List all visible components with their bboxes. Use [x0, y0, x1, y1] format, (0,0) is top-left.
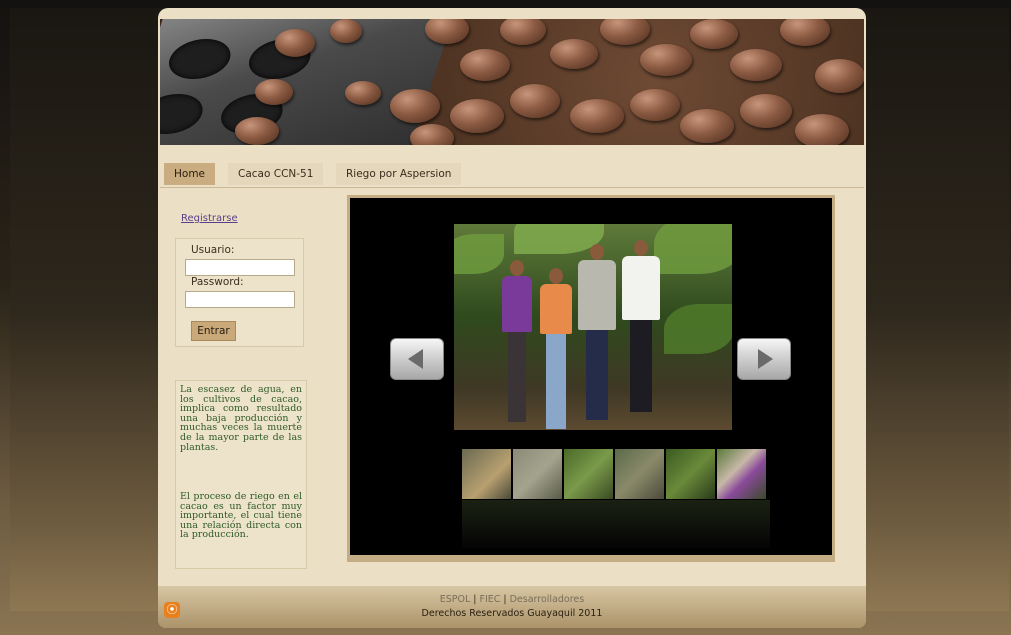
person-legs	[630, 320, 652, 412]
person-legs	[586, 330, 608, 420]
person-legs	[546, 334, 566, 429]
cocoa-bean	[500, 19, 546, 45]
gallery-main-photo	[454, 224, 732, 430]
gallery-next-button[interactable]	[737, 338, 791, 380]
gallery-viewport	[350, 198, 832, 555]
person-shirt	[502, 276, 532, 332]
gallery-prev-button[interactable]	[390, 338, 444, 380]
cocoa-bean	[235, 117, 279, 145]
footer-link-fiec[interactable]: FIEC	[480, 594, 501, 605]
cocoa-bean	[425, 19, 469, 44]
cocoa-bean	[345, 81, 381, 105]
cocoa-bean	[570, 99, 624, 133]
cocoa-bean	[640, 44, 692, 76]
footer-copyright: Derechos Reservados Guayaquil 2011	[421, 608, 603, 619]
person-head	[549, 268, 563, 284]
footer-separator: |	[503, 594, 507, 605]
person-shirt	[540, 284, 572, 334]
password-label: Password:	[191, 276, 244, 288]
person-shirt	[578, 260, 616, 330]
cocoa-bean	[460, 49, 510, 81]
info-paragraph-1: La escasez de agua, en los cultivos de c…	[180, 384, 302, 453]
gallery-thumbnails	[462, 449, 770, 499]
cocoa-bean	[630, 89, 680, 121]
gallery-thumbnail[interactable]	[666, 449, 715, 499]
login-form: Usuario: Password: Entrar	[175, 238, 304, 347]
cocoa-bean	[510, 84, 560, 118]
cocoa-bean	[390, 89, 440, 123]
person-head	[634, 240, 648, 256]
cocoa-bean	[780, 19, 830, 46]
footer-link-desarrolladores[interactable]: Desarrolladores	[510, 594, 585, 605]
footer-link-espol[interactable]: ESPOL	[440, 594, 471, 605]
gallery-thumbnail[interactable]	[513, 449, 562, 499]
cocoa-bean	[680, 109, 734, 143]
site-footer: ⦿ ESPOL | FIEC | Desarrolladores Derechos Re…	[158, 586, 866, 628]
person-shirt	[622, 256, 660, 320]
tab-riego-por-aspersion[interactable]: Riego por Aspersion	[336, 163, 462, 185]
gallery-thumbnail[interactable]	[615, 449, 664, 499]
person-head	[590, 244, 604, 260]
cocoa-bean	[275, 29, 315, 57]
footer-links: ESPOL | FIEC | Desarrolladores	[158, 594, 866, 605]
gallery-thumbnail[interactable]	[717, 449, 766, 499]
person-head	[510, 260, 524, 276]
tray-hole	[160, 94, 209, 134]
foliage	[654, 224, 732, 274]
cocoa-bean	[815, 59, 864, 93]
foliage	[454, 234, 504, 274]
main-navigation: Home Cacao CCN-51 Riego por Aspersion	[160, 145, 864, 188]
photo-gallery	[347, 195, 835, 562]
tab-cacao-ccn51[interactable]: Cacao CCN-51	[228, 163, 324, 185]
footer-separator: |	[473, 594, 477, 605]
arrow-right-icon	[758, 349, 773, 369]
person-legs	[508, 332, 526, 422]
arrow-left-icon	[408, 349, 423, 369]
register-link[interactable]: Registrarse	[181, 213, 238, 224]
username-label: Usuario:	[191, 244, 235, 256]
cocoa-bean	[255, 79, 293, 105]
gallery-thumbnail[interactable]	[462, 449, 511, 499]
info-paragraph-2: El proceso de riego en el cacao es un fa…	[180, 491, 302, 541]
foliage	[664, 304, 732, 354]
site-container: Home Cacao CCN-51 Riego por Aspersion Re…	[158, 8, 866, 628]
header-banner-image	[160, 19, 864, 145]
cocoa-bean	[450, 99, 504, 133]
username-input[interactable]	[185, 259, 295, 276]
cocoa-bean	[690, 19, 738, 49]
login-submit-button[interactable]: Entrar	[191, 321, 236, 341]
cocoa-bean	[330, 19, 362, 43]
thumbnail-reflection	[462, 500, 770, 548]
gallery-thumbnail[interactable]	[564, 449, 613, 499]
info-box: La escasez de agua, en los cultivos de c…	[175, 380, 307, 569]
cocoa-bean	[730, 49, 782, 81]
cocoa-bean	[550, 39, 598, 69]
tray-hole	[163, 39, 237, 79]
password-input[interactable]	[185, 291, 295, 308]
cocoa-bean	[795, 114, 849, 145]
cocoa-bean	[740, 94, 792, 128]
tab-home[interactable]: Home	[164, 163, 216, 185]
cocoa-bean	[600, 19, 650, 45]
cocoa-bean	[410, 124, 454, 145]
